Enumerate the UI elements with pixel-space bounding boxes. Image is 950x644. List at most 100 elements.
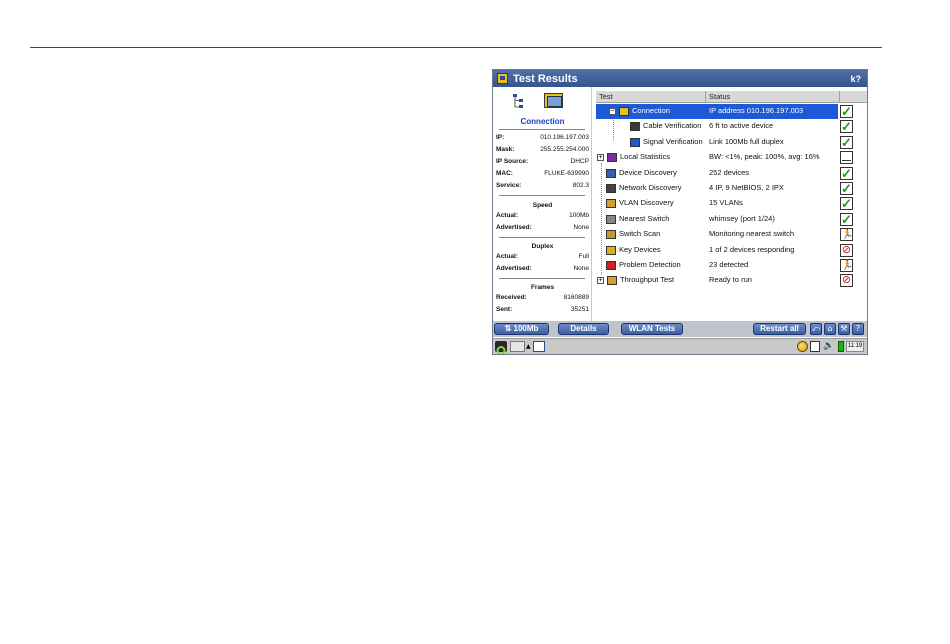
- test-type-icon: [619, 107, 629, 116]
- details-button[interactable]: Details: [558, 323, 609, 335]
- pass-check-icon[interactable]: ✓: [840, 212, 853, 226]
- start-icon[interactable]: [495, 341, 507, 354]
- test-name-cell[interactable]: Problem Detection: [596, 258, 706, 273]
- ip-source-value: DHCP: [570, 158, 589, 165]
- test-status-cell: Link 100Mb full duplex: [709, 136, 784, 146]
- column-header-test[interactable]: Test: [596, 91, 706, 103]
- network-status-icon[interactable]: [797, 341, 808, 352]
- ip-label: IP:: [496, 134, 505, 141]
- pass-check-icon[interactable]: ✓: [840, 182, 853, 195]
- test-name-cell[interactable]: Device Discovery: [596, 166, 706, 181]
- mask-row: Mask: 255.255.254.000: [496, 146, 589, 157]
- duplex-advertised-label: Advertised:: [496, 265, 532, 272]
- column-header-status[interactable]: Status: [706, 91, 840, 103]
- test-name-label: Key Devices: [619, 244, 661, 254]
- whats-this-help-icon[interactable]: k?: [850, 74, 861, 84]
- service-value: 802.3: [572, 182, 589, 189]
- clipboard-icon[interactable]: [810, 341, 820, 352]
- test-name-cell[interactable]: Cable Verification: [596, 119, 706, 134]
- running-icon[interactable]: 🏃: [840, 259, 853, 272]
- collapse-icon[interactable]: −: [609, 108, 616, 115]
- test-status-cell: 15 VLANs: [709, 198, 743, 208]
- test-type-icon: [630, 122, 640, 132]
- divider: [499, 129, 585, 130]
- connection-summary-panel: Connection IP: 010.196.197.003 Mask: 255.2…: [493, 87, 592, 321]
- speed-actual-value: 100Mb: [569, 212, 589, 219]
- network-tree-icon[interactable]: [512, 93, 526, 111]
- keyboard-icon[interactable]: [510, 341, 525, 352]
- mac-row: MAC: FLUKE-639990: [496, 170, 589, 181]
- speed-button[interactable]: ⇅ 100Mb: [494, 323, 549, 335]
- ip-value: 010.196.197.003: [540, 134, 589, 141]
- ip-source-label: IP Source:: [496, 158, 529, 165]
- pass-check-icon[interactable]: ✓: [840, 166, 853, 180]
- test-name-cell[interactable]: Nearest Switch: [596, 212, 706, 227]
- wlan-tests-button[interactable]: WLAN Tests: [621, 323, 683, 335]
- table-row[interactable]: Device Discovery 252 devices ✓: [596, 166, 867, 181]
- test-name-cell[interactable]: VLAN Discovery: [596, 196, 706, 211]
- speed-advertised-label: Advertised:: [496, 224, 532, 231]
- window-list-icon[interactable]: [533, 341, 545, 352]
- table-row[interactable]: Problem Detection 23 detected 🏃: [596, 258, 867, 273]
- keyboard-arrow-icon[interactable]: ▲: [526, 341, 531, 352]
- home-icon[interactable]: ⌂: [824, 323, 836, 335]
- expand-icon[interactable]: +: [597, 277, 604, 285]
- help-icon[interactable]: ?: [852, 323, 864, 335]
- test-name-label: Cable Verification: [643, 121, 702, 131]
- test-status-cell: Monitoring nearest switch: [709, 229, 795, 239]
- test-status-cell: Ready to run: [709, 275, 752, 285]
- test-type-icon: [606, 214, 616, 224]
- test-name-cell[interactable]: Network Discovery: [596, 181, 706, 196]
- test-name-cell[interactable]: − Connection: [596, 104, 706, 119]
- test-name-label: Network Discovery: [619, 183, 682, 192]
- test-status-cell: BW: <1%, peak: 100%, avg: 16%: [709, 152, 820, 162]
- speaker-icon[interactable]: 🔈: [823, 341, 835, 352]
- table-row[interactable]: Switch Scan Monitoring nearest switch 🏃: [596, 227, 867, 242]
- test-type-icon: [606, 230, 616, 240]
- pass-check-icon[interactable]: ✓: [840, 105, 853, 118]
- table-row[interactable]: + Throughput Test Ready to run ⊘: [596, 273, 867, 288]
- table-row[interactable]: Cable Verification 6 ft to active device ✓: [596, 119, 867, 134]
- test-type-icon: [606, 199, 616, 209]
- app-icon: [497, 73, 508, 84]
- duplex-advertised-value: None: [573, 265, 589, 272]
- expand-icon[interactable]: +: [597, 154, 604, 162]
- running-icon[interactable]: 🏃: [840, 228, 853, 242]
- test-name-cell[interactable]: + Throughput Test: [596, 273, 706, 288]
- clock[interactable]: 11:19: [846, 341, 864, 352]
- pass-check-icon[interactable]: ✓: [840, 135, 853, 149]
- page-header-rule: [30, 47, 882, 48]
- pass-check-icon[interactable]: ✓: [840, 120, 853, 134]
- connection-icon[interactable]: [544, 93, 563, 108]
- test-status-cell: 4 IP, 9 NetBIOS, 2 IPX: [709, 183, 784, 192]
- test-type-icon: [606, 261, 616, 270]
- in-progress-icon[interactable]: [840, 151, 853, 165]
- test-type-icon: [606, 245, 616, 255]
- test-name-cell[interactable]: Signal Verification: [596, 135, 706, 150]
- test-name-cell[interactable]: Switch Scan: [596, 227, 706, 242]
- duplex-section-title: Duplex: [531, 243, 554, 250]
- speed-section-title: Speed: [532, 202, 553, 209]
- speed-button-label: 100Mb: [513, 324, 539, 333]
- divider: [499, 237, 585, 238]
- table-row[interactable]: Key Devices 1 of 2 devices responding ⊘: [596, 243, 867, 258]
- table-row[interactable]: VLAN Discovery 15 VLANs ✓: [596, 196, 867, 211]
- table-row[interactable]: Signal Verification Link 100Mb full duple…: [596, 135, 867, 150]
- restart-all-button[interactable]: Restart all: [753, 323, 806, 335]
- table-row[interactable]: − Connection IP address 010.196.197.003 ✓: [596, 104, 867, 119]
- analyzer-screen: Test Results k? Connection IP: 010.196.19…: [492, 69, 868, 355]
- table-row[interactable]: Nearest Switch whimsey (port 1/24) ✓: [596, 212, 867, 227]
- test-name-label: Connection: [632, 106, 670, 115]
- not-run-icon[interactable]: ⊘: [840, 274, 853, 288]
- test-name-cell[interactable]: + Local Statistics: [596, 150, 706, 165]
- speed-advertised-row: Advertised: None: [496, 224, 589, 235]
- pass-check-icon[interactable]: ✓: [840, 197, 853, 211]
- back-icon[interactable]: ⤺: [810, 323, 822, 335]
- table-row[interactable]: Network Discovery 4 IP, 9 NetBIOS, 2 IPX ✓: [596, 181, 867, 196]
- test-name-cell[interactable]: Key Devices: [596, 243, 706, 258]
- test-status-cell: whimsey (port 1/24): [709, 213, 775, 223]
- frames-received-row: Received: 8160889: [496, 294, 589, 305]
- tools-icon[interactable]: ⚒: [838, 323, 850, 335]
- fail-stop-icon[interactable]: ⊘: [840, 243, 853, 257]
- table-row[interactable]: + Local Statistics BW: <1%, peak: 100%, av…: [596, 150, 867, 165]
